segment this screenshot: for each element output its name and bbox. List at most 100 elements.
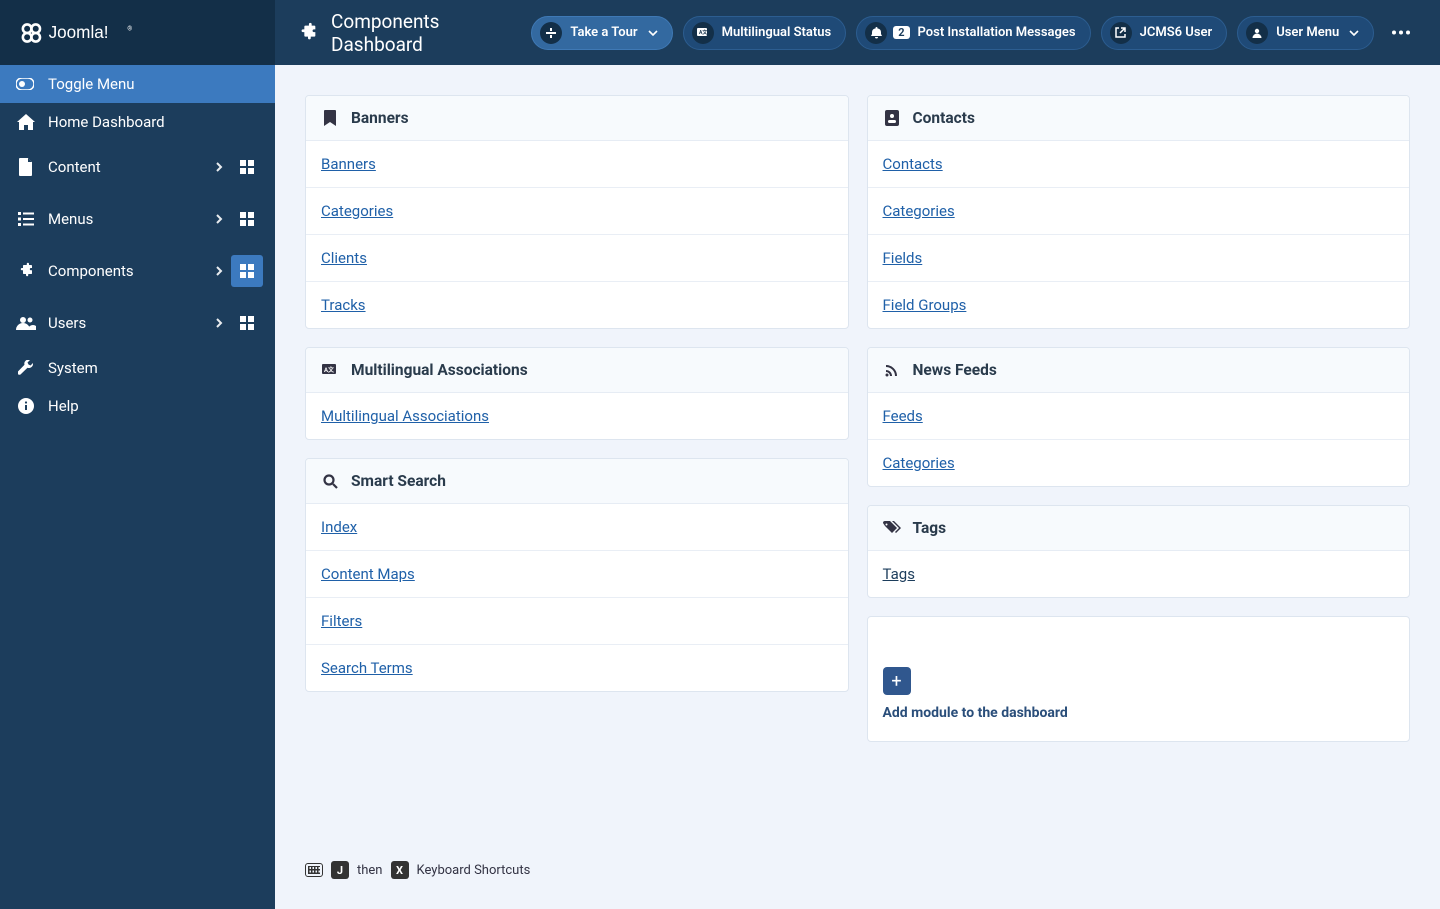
panel-link[interactable]: Feeds: [868, 393, 1410, 439]
panel-link[interactable]: Categories: [868, 439, 1410, 486]
svg-text:®: ®: [127, 25, 132, 32]
sidebar-item-home-dashboard[interactable]: Home Dashboard: [0, 103, 275, 141]
search-icon: [321, 474, 339, 489]
panel-link[interactable]: Categories: [868, 187, 1410, 234]
main-content: Banners BannersCategoriesClientsTracks A…: [275, 0, 1440, 909]
toggle-menu-label: Toggle Menu: [48, 75, 135, 93]
sidebar-item-system[interactable]: System: [0, 349, 275, 387]
more-menu-button[interactable]: [1384, 15, 1418, 51]
panel-contacts: Contacts ContactsCategoriesFieldsField G…: [867, 95, 1411, 329]
panel-link[interactable]: Banners: [306, 141, 848, 187]
chevron-right-icon: [215, 317, 223, 329]
sidebar-item-content[interactable]: Content: [0, 141, 275, 193]
sidebar-item-users[interactable]: Users: [0, 297, 275, 349]
panel-link[interactable]: Categories: [306, 187, 848, 234]
panel-header: Contacts: [868, 96, 1410, 141]
panel-list: BannersCategoriesClientsTracks: [306, 141, 848, 328]
panel-link[interactable]: Filters: [306, 597, 848, 644]
puzzle-icon: [16, 262, 36, 280]
users-icon: [16, 316, 36, 330]
wrench-icon: [16, 360, 36, 376]
multilingual-status-button[interactable]: A文 Multilingual Status: [683, 16, 847, 50]
keyboard-icon: [305, 863, 323, 877]
panel-title: News Feeds: [913, 361, 997, 379]
info-icon: [16, 398, 36, 414]
add-module-button[interactable]: +: [883, 667, 911, 695]
panel-link[interactable]: Fields: [868, 234, 1410, 281]
panel-multilingual-associations: A文 Multilingual Associations Multilingua…: [305, 347, 849, 440]
panel-title: Contacts: [913, 109, 975, 127]
sidebar-item-help[interactable]: Help: [0, 387, 275, 425]
home-icon: [16, 114, 36, 130]
panel-list: ContactsCategoriesFieldsField Groups: [868, 141, 1410, 328]
panel-header: Tags: [868, 506, 1410, 551]
sidebar-item-label: Help: [48, 397, 259, 415]
sidebar-item-label: System: [48, 359, 259, 377]
card-icon: [883, 110, 901, 126]
user-menu-button[interactable]: User Menu: [1237, 16, 1374, 50]
toggle-icon: [16, 78, 34, 90]
panel-list: FeedsCategories: [868, 393, 1410, 486]
panel-title: Banners: [351, 109, 409, 127]
sidebar-item-components[interactable]: Components: [0, 245, 275, 297]
panel-title: Multilingual Associations: [351, 361, 528, 379]
tags-icon: [883, 521, 901, 535]
panel-link[interactable]: Tracks: [306, 281, 848, 328]
sidebar-item-label: Users: [48, 314, 215, 332]
panel-link[interactable]: Contacts: [868, 141, 1410, 187]
add-module-label: Add module to the dashboard: [883, 705, 1395, 721]
chevron-down-icon: [648, 30, 658, 36]
chevron-right-icon: [215, 213, 223, 225]
panel-header: A文 Multilingual Associations: [306, 348, 848, 393]
page-title: Components Dashboard: [297, 10, 521, 56]
dashboard-button[interactable]: [231, 307, 263, 339]
panel-header: Smart Search: [306, 459, 848, 504]
panel-link[interactable]: Multilingual Associations: [306, 393, 848, 439]
joomla-logo[interactable]: Joomla! ®: [0, 0, 275, 65]
notification-badge: 2: [893, 26, 909, 39]
sidebar-item-label: Menus: [48, 210, 215, 228]
panel-link[interactable]: Tags: [868, 551, 1410, 597]
panel-list: Tags: [868, 551, 1410, 597]
panel-banners: Banners BannersCategoriesClientsTracks: [305, 95, 849, 329]
chevron-right-icon: [215, 265, 223, 277]
topbar: Components Dashboard Take a Tour A文 Mult…: [275, 0, 1440, 65]
bookmark-icon: [321, 110, 339, 126]
puzzle-icon: [297, 22, 319, 44]
sidebar-item-label: Home Dashboard: [48, 113, 259, 131]
keyboard-shortcuts-hint[interactable]: J then X Keyboard Shortcuts: [275, 847, 560, 909]
svg-text:Joomla!: Joomla!: [49, 22, 109, 42]
language-icon: A文: [692, 22, 714, 44]
panel-link[interactable]: Search Terms: [306, 644, 848, 691]
panel-title: Smart Search: [351, 472, 446, 490]
dashboard-button[interactable]: [231, 151, 263, 183]
sidebar: Joomla! ® Toggle Menu Home Dashboard Cont…: [0, 0, 275, 909]
panel-link[interactable]: Field Groups: [868, 281, 1410, 328]
post-installation-button[interactable]: 2 Post Installation Messages: [856, 16, 1090, 50]
lang-icon: A文: [321, 364, 339, 376]
dashboard-button[interactable]: [231, 255, 263, 287]
file-icon: [16, 158, 36, 176]
panel-link[interactable]: Clients: [306, 234, 848, 281]
rss-icon: [883, 363, 901, 378]
panel-smart-search: Smart Search IndexContent MapsFiltersSea…: [305, 458, 849, 692]
tour-icon: [540, 22, 562, 44]
sidebar-item-menus[interactable]: Menus: [0, 193, 275, 245]
add-module-panel: + Add module to the dashboard: [867, 616, 1411, 742]
panel-link[interactable]: Content Maps: [306, 550, 848, 597]
panel-link[interactable]: Index: [306, 504, 848, 550]
panel-news-feeds: News Feeds FeedsCategories: [867, 347, 1411, 487]
panel-header: Banners: [306, 96, 848, 141]
toggle-menu-button[interactable]: Toggle Menu: [0, 65, 275, 103]
panel-list: IndexContent MapsFiltersSearch Terms: [306, 504, 848, 691]
panel-header: News Feeds: [868, 348, 1410, 393]
dashboard-button[interactable]: [231, 203, 263, 235]
external-link-icon: [1110, 22, 1132, 44]
panel-list: Multilingual Associations: [306, 393, 848, 439]
sidebar-item-label: Content: [48, 158, 215, 176]
site-link-button[interactable]: JCMS6 User: [1101, 16, 1228, 50]
sidebar-item-label: Components: [48, 262, 215, 280]
take-tour-button[interactable]: Take a Tour: [531, 16, 672, 50]
bell-icon: [865, 22, 887, 44]
chevron-right-icon: [215, 161, 223, 173]
